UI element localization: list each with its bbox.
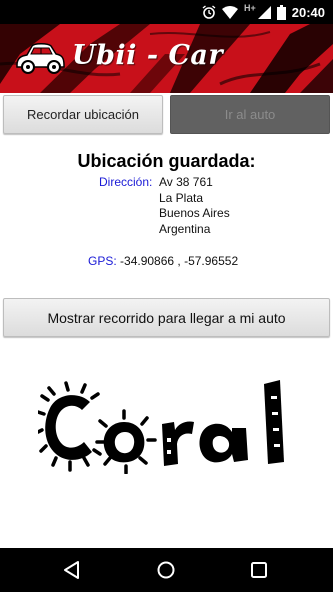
logo-letter-o [95, 409, 157, 474]
action-button-row: Recordar ubicación Ir al auto [0, 93, 333, 137]
wifi-icon [221, 5, 238, 19]
car-icon [16, 43, 65, 74]
logo-letter-a [199, 423, 248, 463]
system-nav-bar [0, 548, 333, 592]
status-icons: H+ 20:40 [202, 3, 325, 20]
show-route-button[interactable]: Mostrar recorrido para llegar a mi auto [3, 298, 330, 337]
app-header: Ubii - Car [0, 24, 333, 93]
status-bar: H+ 20:40 [0, 0, 333, 24]
cell-signal-icon [257, 5, 271, 19]
address-line: Buenos Aires [159, 206, 230, 220]
address-line: Av 38 761 [159, 175, 213, 189]
network-type: H+ [243, 3, 256, 13]
gps-value: -34.90866 , -57.96552 [120, 254, 239, 268]
address-line: La Plata [159, 190, 204, 205]
logo-letter-l [264, 380, 284, 464]
logo-letter-r [162, 421, 194, 466]
address-line: Argentina [159, 221, 211, 236]
logo-letter-c [38, 381, 102, 472]
recents-icon[interactable] [247, 558, 271, 582]
gps-row: GPS: -34.90866 , -57.96552 [88, 254, 238, 268]
status-time: 20:40 [291, 4, 325, 20]
home-icon[interactable] [154, 558, 178, 582]
address-value: Av 38 761 La Plata Buenos Aires Argentin… [159, 175, 230, 237]
address-label: Dirección: [99, 175, 153, 189]
back-icon[interactable] [60, 558, 84, 582]
go-to-car-button[interactable]: Ir al auto [170, 95, 330, 134]
coral-logo [38, 380, 284, 474]
app-title: Ubii - Car [72, 40, 224, 71]
record-location-button[interactable]: Recordar ubicación [3, 95, 163, 134]
battery-icon [276, 4, 286, 20]
alarm-icon [202, 5, 216, 19]
gps-label: GPS: [88, 254, 117, 268]
saved-location-title: Ubicación guardada: [77, 151, 256, 171]
